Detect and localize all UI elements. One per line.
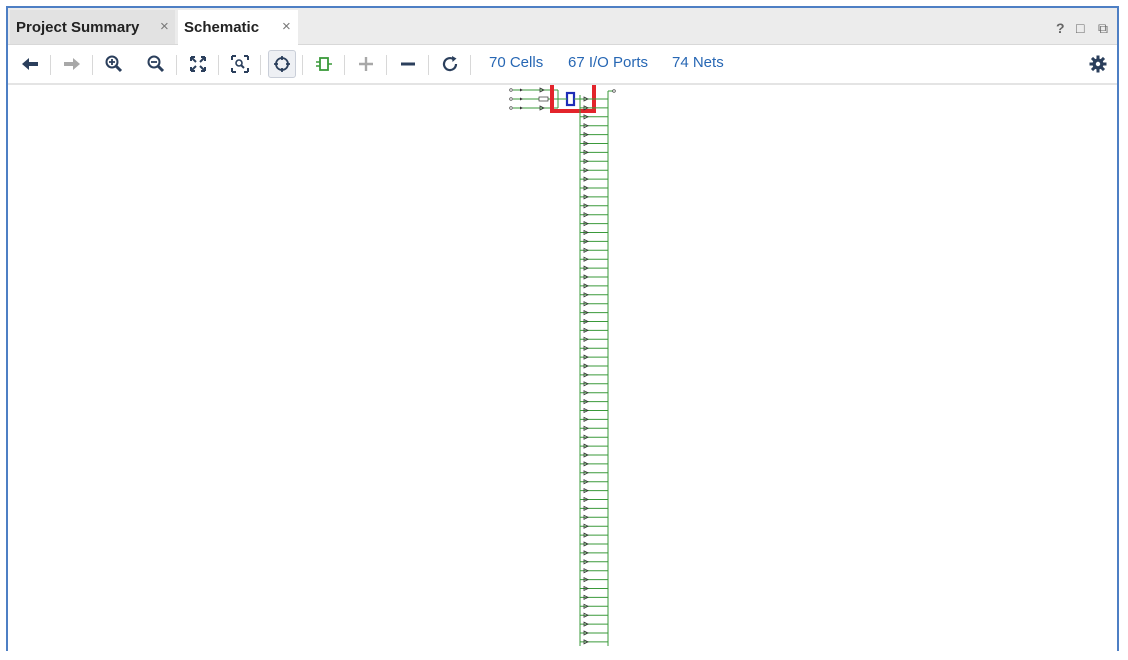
toolbar-separator [302, 55, 303, 75]
cells-count-link[interactable]: 70 Cells [489, 54, 543, 71]
tab-label: Project Summary [16, 18, 140, 36]
zoom-out-icon [147, 55, 165, 73]
zoom-area-button[interactable] [226, 50, 254, 78]
schematic-diagram[interactable] [8, 85, 1117, 651]
toolbar-separator [428, 55, 429, 75]
select-crosshair-icon [274, 56, 290, 72]
input-port-terminal [509, 88, 513, 92]
input-port-terminal [509, 106, 513, 110]
refresh-button[interactable] [436, 50, 464, 78]
collapse-button[interactable] [394, 50, 422, 78]
wire-arrow [520, 88, 523, 92]
output-port-terminal [612, 89, 616, 93]
toolbar-separator [176, 55, 177, 75]
toolbar-separator [344, 55, 345, 75]
tab-project-summary[interactable]: Project Summary × [10, 10, 175, 44]
cell-button[interactable] [310, 50, 338, 78]
tab-schematic[interactable]: Schematic × [178, 10, 298, 45]
zoom-in-button[interactable] [100, 50, 128, 78]
close-icon[interactable]: × [160, 18, 169, 35]
maximize-icon[interactable]: □ [1076, 20, 1084, 36]
wire-arrow [520, 106, 523, 110]
wire-arrow [520, 97, 523, 101]
float-window-icon[interactable]: ⧉ [1098, 20, 1108, 37]
toolbar-separator [386, 55, 387, 75]
toolbar: 70 Cells 67 I/O Ports 74 Nets [8, 45, 1117, 83]
toolbar-separator [92, 55, 93, 75]
refresh-icon [442, 56, 458, 72]
schematic-window: Project Summary × Schematic × ? □ ⧉ 70 C… [6, 6, 1119, 651]
back-button[interactable] [16, 50, 44, 78]
collapse-minus-icon [401, 62, 415, 66]
buffer-cell [538, 96, 549, 102]
settings-gear-icon [1089, 55, 1107, 73]
expand-plus-icon [359, 57, 373, 71]
zoom-in-icon [105, 55, 123, 73]
tab-bar: Project Summary × Schematic × ? □ ⧉ [8, 8, 1117, 45]
io-ports-count-link[interactable]: 67 I/O Ports [568, 54, 648, 71]
zoom-fit-icon [190, 56, 206, 72]
settings-button[interactable] [1084, 50, 1112, 78]
toolbar-separator [50, 55, 51, 75]
zoom-fit-button[interactable] [184, 50, 212, 78]
forward-arrow-icon [64, 58, 80, 70]
toolbar-separator [470, 55, 471, 75]
cell-icon [316, 57, 332, 71]
toolbar-separator [260, 55, 261, 75]
close-icon[interactable]: × [282, 18, 291, 35]
cell-block [565, 91, 576, 107]
output-ports [579, 91, 609, 646]
tab-label: Schematic [184, 19, 260, 36]
expand-button[interactable] [352, 50, 380, 78]
toolbar-separator [218, 55, 219, 75]
help-icon[interactable]: ? [1056, 20, 1065, 36]
schematic-canvas[interactable] [8, 83, 1117, 651]
nets-count-link[interactable]: 74 Nets [672, 54, 724, 71]
zoom-out-button[interactable] [142, 50, 170, 78]
input-port-terminal [509, 97, 513, 101]
back-arrow-icon [22, 58, 38, 70]
forward-button[interactable] [58, 50, 86, 78]
select-mode-button[interactable] [268, 50, 296, 78]
zoom-area-icon [231, 55, 249, 73]
